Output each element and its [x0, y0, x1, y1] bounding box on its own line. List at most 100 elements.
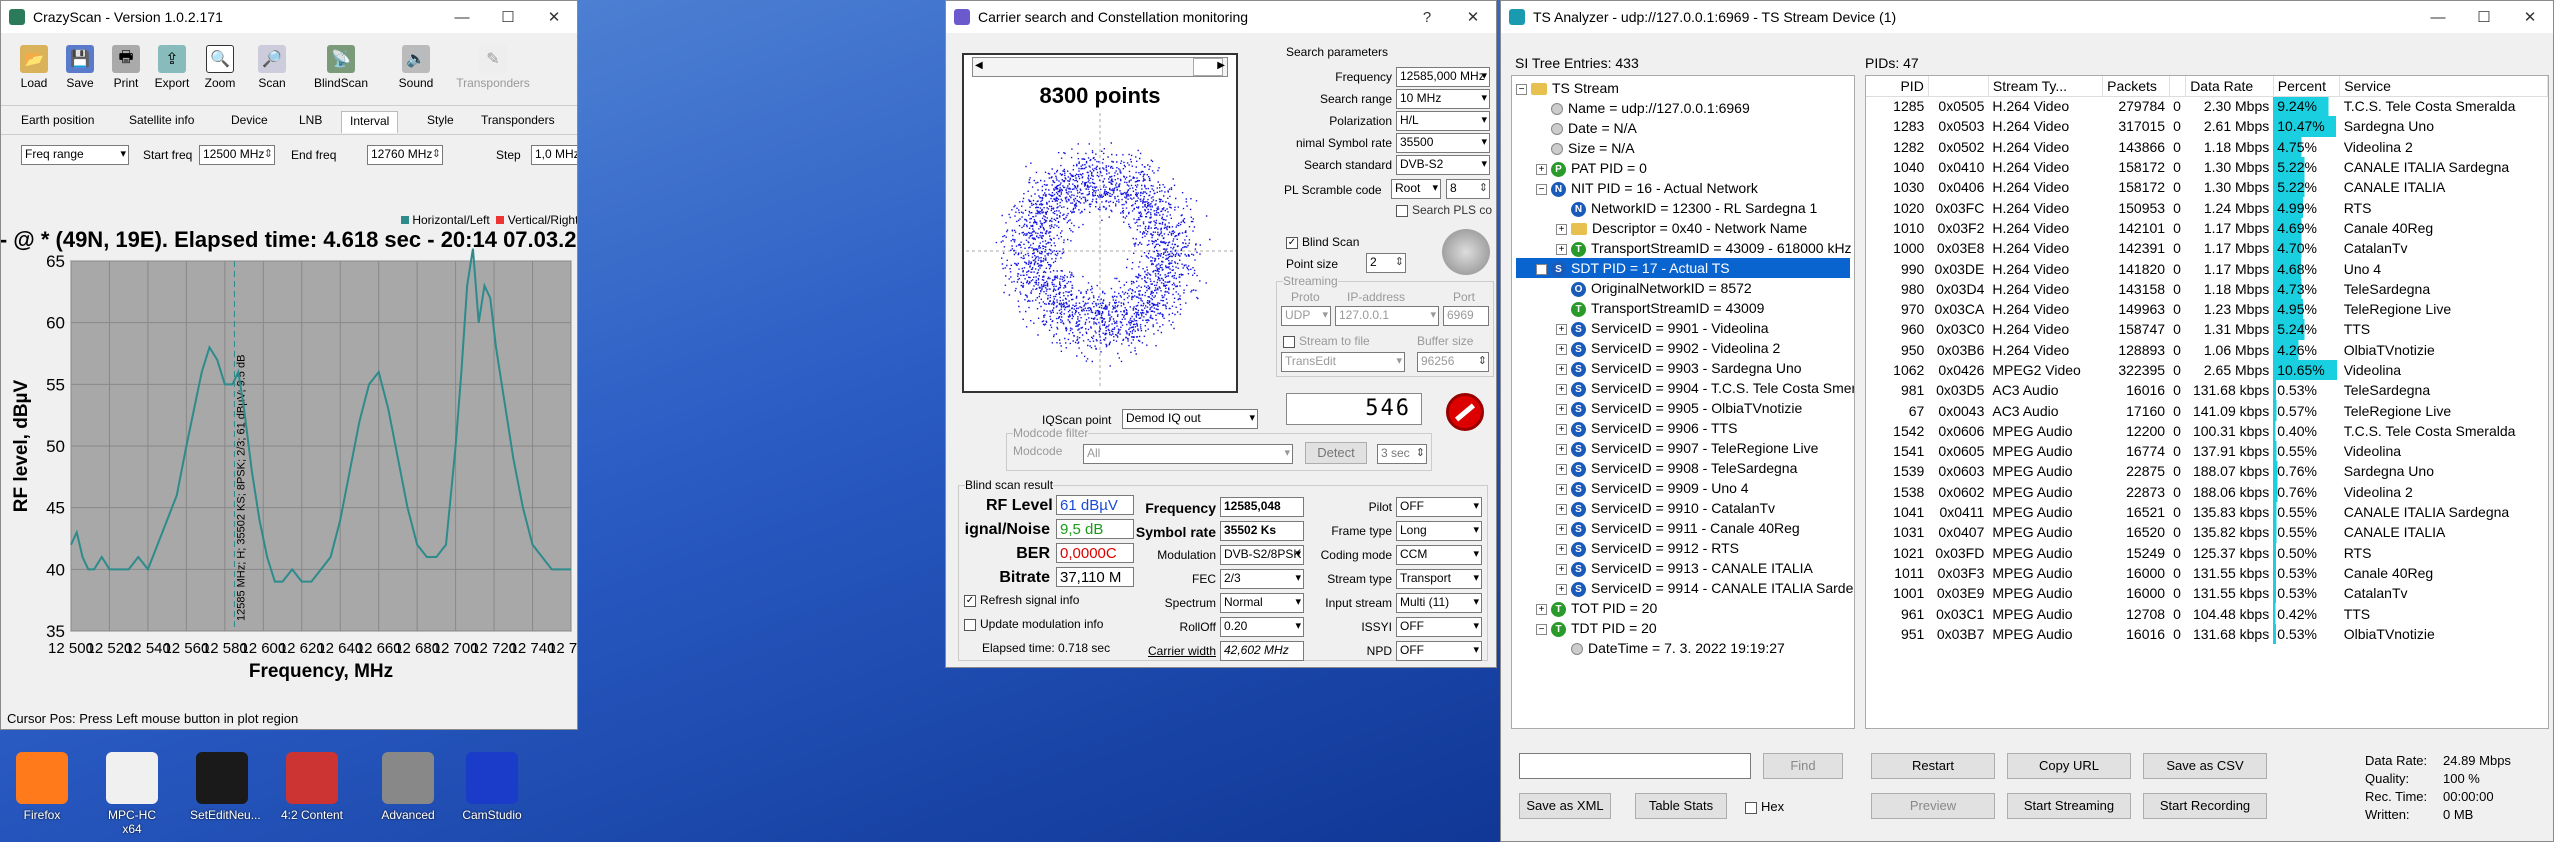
tree-node[interactable]: N NetworkID = 12300 - RL Sardegna 1	[1516, 198, 1850, 218]
table-row[interactable]: 981 0x03D5 AC3 Audio 16016 0 131.68 kbps 0.53%…	[1866, 380, 2548, 401]
column-header[interactable]: PID	[1866, 76, 1929, 96]
tsa-maximize-icon[interactable]: ☐	[2461, 1, 2507, 33]
column-header[interactable]: Packets	[2102, 76, 2170, 96]
stream-to-file-checkbox[interactable]: Stream to file	[1283, 334, 1370, 348]
tsa-minimize-icon[interactable]: —	[2415, 1, 2461, 33]
tree-node[interactable]: O OriginalNetworkID = 8572	[1516, 278, 1850, 298]
minimize-icon[interactable]: —	[439, 1, 485, 33]
point-size-input[interactable]: 2	[1366, 253, 1406, 273]
ip-select[interactable]: 127.0.0.1	[1335, 306, 1439, 326]
expand-icon[interactable]: +	[1556, 503, 1567, 515]
tab-style[interactable]: Style	[419, 111, 462, 133]
result-right-value[interactable]: OFF	[1396, 617, 1482, 637]
tsa-titlebar[interactable]: TS Analyzer - udp://127.0.0.1:6969 - TS …	[1501, 1, 2553, 33]
table-row[interactable]: 1020 0x03FC H.264 Video 150953 0 1.24 Mbps 4.9…	[1866, 197, 2548, 218]
table-row[interactable]: 960 0x03C0 H.264 Video 158747 0 1.31 Mbps 5.24…	[1866, 319, 2548, 340]
table-row[interactable]: 1021 0x03FD MPEG Audio 15249 0 125.37 kbps 0.5…	[1866, 542, 2548, 563]
result-right-value[interactable]: Long	[1396, 521, 1482, 541]
tab-interval[interactable]: Interval	[341, 111, 399, 133]
expand-icon[interactable]: +	[1556, 343, 1567, 355]
tree-node[interactable]: + S ServiceID = 9910 - CatalanTv	[1516, 498, 1850, 518]
tab-device[interactable]: Device	[223, 111, 276, 133]
desktop-icon[interactable]: CamStudio	[460, 752, 524, 822]
tree-node[interactable]: − N NIT PID = 16 - Actual Network	[1516, 178, 1850, 198]
scan-button[interactable]: 🔎 Scan	[251, 43, 293, 95]
buffer-input[interactable]: 96256	[1417, 352, 1489, 372]
column-header[interactable]: Stream Ty...	[1988, 76, 2104, 96]
start-streaming-button[interactable]: Start Streaming	[2007, 793, 2131, 819]
tsa-close-icon[interactable]: ✕	[2507, 1, 2553, 33]
table-row[interactable]: 1539 0x0603 MPEG Audio 22875 0 188.07 kbps 0.7…	[1866, 461, 2548, 482]
pls-mode-select[interactable]: Root	[1391, 179, 1441, 199]
param-input[interactable]: DVB-S2	[1396, 155, 1490, 175]
expand-icon[interactable]: +	[1556, 423, 1567, 435]
tree-node[interactable]: + Descriptor = 0x40 - Network Name	[1516, 218, 1850, 238]
blindscan-button[interactable]: 📡 BlindScan	[311, 43, 371, 95]
save-xml-button[interactable]: Save as XML	[1519, 793, 1611, 819]
tree-node[interactable]: + S ServiceID = 9914 - CANALE ITALIA Sarde…	[1516, 578, 1854, 598]
column-header[interactable]	[1928, 76, 1989, 96]
pls-input[interactable]: 8	[1446, 179, 1490, 199]
stop-icon[interactable]	[1446, 393, 1484, 431]
tree-node[interactable]: + T TransportStreamID = 43009 - 618000 kHz	[1516, 238, 1852, 258]
table-row[interactable]: 1011 0x03F3 MPEG Audio 16000 0 131.55 kbps 0.5…	[1866, 562, 2548, 584]
expand-icon[interactable]: +	[1556, 243, 1567, 255]
iqscan-select[interactable]: Demod IQ out	[1122, 409, 1258, 429]
save-csv-button[interactable]: Save as CSV	[2143, 753, 2267, 779]
tree-node[interactable]: DateTime = 7. 3. 2022 19:19:27	[1516, 638, 1850, 658]
table-stats-button[interactable]: Table Stats	[1635, 793, 1727, 819]
blindscan-checkbox[interactable]: ✓ Blind Scan	[1286, 235, 1359, 249]
step-input[interactable]: 1,0 MHz	[531, 145, 577, 165]
table-row[interactable]: 1030 0x0406 H.264 Video 158172 0 1.30 Mbps 5.2…	[1866, 177, 2548, 198]
table-row[interactable]: 1542 0x0606 MPEG Audio 12200 0 100.31 kbps 0.4…	[1866, 420, 2548, 442]
table-row[interactable]: 1541 0x0605 MPEG Audio 16774 0 137.91 kbps 0.5…	[1866, 441, 2548, 462]
tab-transponders[interactable]: Transponders	[473, 111, 563, 133]
help-icon[interactable]: ?	[1404, 1, 1450, 33]
search-pls-checkbox[interactable]: Search PLS co	[1396, 203, 1492, 217]
carrier-titlebar[interactable]: Carrier search and Constellation monitor…	[946, 1, 1496, 33]
table-row[interactable]: 1001 0x03E9 MPEG Audio 16000 0 131.55 kbps 0.5…	[1866, 583, 2548, 604]
column-header[interactable]	[2169, 76, 2187, 96]
tab-lnb[interactable]: LNB	[291, 111, 330, 133]
table-row[interactable]: 67 0x0043 AC3 Audio 17160 0 141.09 kbps 0.57% T…	[1866, 400, 2548, 421]
table-row[interactable]: 970 0x03CA H.264 Video 149963 0 1.23 Mbps 4.95…	[1866, 298, 2548, 320]
expand-icon[interactable]: +	[1556, 223, 1567, 235]
tree-node[interactable]: + S ServiceID = 9902 - Videolina 2	[1516, 338, 1850, 358]
zoom-button[interactable]: 🔍 Zoom	[199, 43, 241, 95]
close-icon[interactable]: ✕	[531, 1, 577, 33]
table-row[interactable]: 1000 0x03E8 H.264 Video 142391 0 1.17 Mbps 4.7…	[1866, 238, 2548, 259]
detect-time-input[interactable]: 3 sec	[1377, 444, 1427, 464]
param-input[interactable]: 12585,000 MHz	[1396, 67, 1490, 87]
table-row[interactable]: 1031 0x0407 MPEG Audio 16520 0 135.82 kbps 0.5…	[1866, 522, 2548, 543]
tree-node[interactable]: + S ServiceID = 9908 - TeleSardegna	[1516, 458, 1850, 478]
table-row[interactable]: 961 0x03C1 MPEG Audio 12708 0 104.48 kbps 0.42…	[1866, 603, 2548, 624]
export-button[interactable]: ⇪ Export	[151, 43, 193, 95]
tree-node[interactable]: + S ServiceID = 9906 - TTS	[1516, 418, 1850, 438]
expand-icon[interactable]: +	[1556, 443, 1567, 455]
result-right-value[interactable]: CCM	[1396, 545, 1482, 565]
desktop-icon[interactable]: MPC-HC x64	[100, 752, 164, 836]
expand-icon[interactable]: +	[1556, 523, 1567, 535]
expand-icon[interactable]: −	[1536, 623, 1547, 635]
proto-select[interactable]: UDP	[1281, 306, 1331, 326]
tree-node[interactable]: + S ServiceID = 9913 - CANALE ITALIA	[1516, 558, 1850, 578]
hex-checkbox[interactable]: Hex	[1745, 799, 1784, 814]
expand-icon[interactable]: +	[1536, 163, 1547, 175]
table-row[interactable]: 951 0x03B7 MPEG Audio 16016 0 131.68 kbps 0.53…	[1866, 623, 2548, 645]
result-right-value[interactable]: Transport	[1396, 569, 1482, 589]
tree-node[interactable]: + S ServiceID = 9903 - Sardegna Uno	[1516, 358, 1850, 378]
expand-icon[interactable]: +	[1556, 583, 1567, 595]
detect-button[interactable]: Detect	[1305, 442, 1367, 464]
expand-icon[interactable]: −	[1516, 83, 1527, 95]
tree-node[interactable]: + S ServiceID = 9911 - Canale 40Reg	[1516, 518, 1850, 538]
expand-icon[interactable]: +	[1556, 403, 1567, 415]
find-button[interactable]: Find	[1763, 753, 1843, 779]
param-input[interactable]: 10 MHz	[1396, 89, 1490, 109]
tree-node[interactable]: − TS Stream	[1516, 78, 1850, 98]
tree-node[interactable]: T TransportStreamID = 43009	[1516, 298, 1850, 318]
desktop-icon[interactable]: 4:2 Content	[280, 752, 344, 822]
tab-satellite-info[interactable]: Satellite info	[121, 111, 202, 133]
param-input[interactable]: H/L	[1396, 111, 1490, 131]
tree-node[interactable]: − T TDT PID = 20	[1516, 618, 1850, 638]
tree-node[interactable]: + S ServiceID = 9905 - OlbiaTVnotizie	[1516, 398, 1850, 418]
